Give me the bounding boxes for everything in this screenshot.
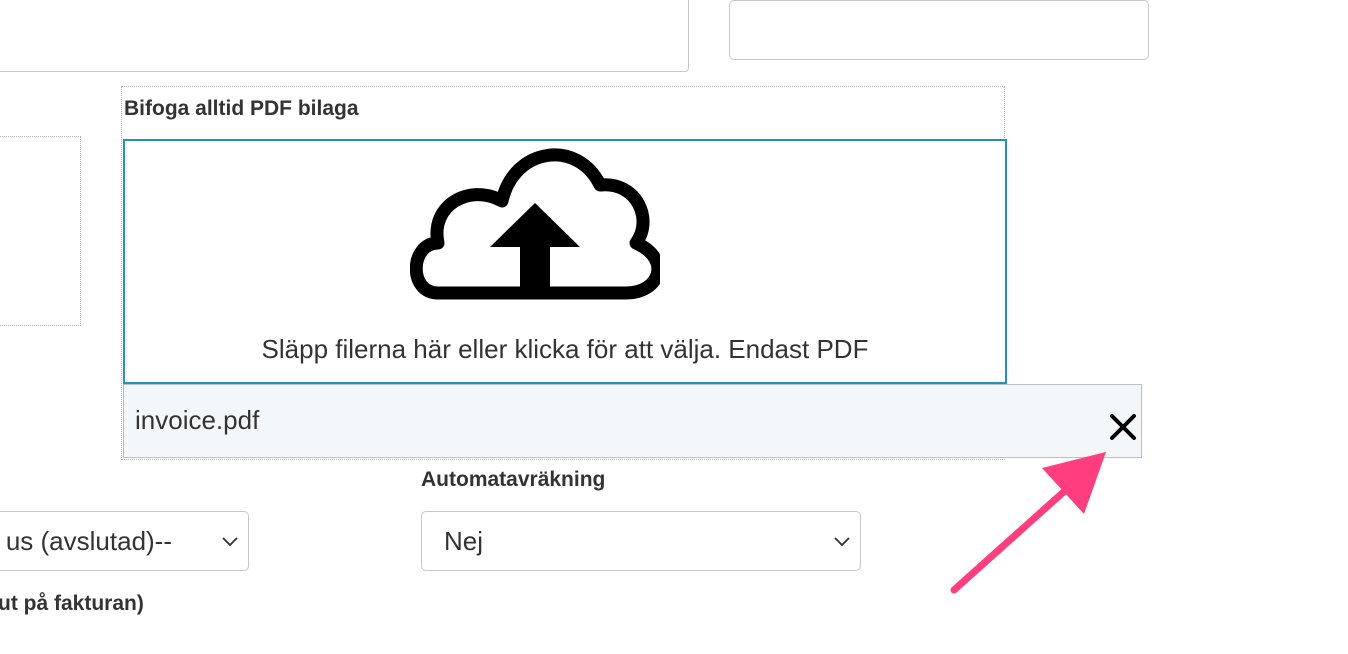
attachment-label: Bifoga alltid PDF bilaga xyxy=(124,97,359,120)
annotation-arrow-icon xyxy=(940,440,1120,600)
cloud-upload-icon xyxy=(409,143,665,323)
left-upload-panel xyxy=(0,136,81,326)
auto-settlement-label: Automatavräkning xyxy=(421,468,606,491)
uploaded-file-name: invoice.pdf xyxy=(135,405,260,435)
invoice-field-label: ut på fakturan) xyxy=(0,592,144,615)
auto-settlement-value: Nej xyxy=(444,526,484,556)
top-input-field[interactable] xyxy=(729,0,1149,60)
status-select[interactable]: us (avslutad)-- xyxy=(0,511,249,571)
close-icon[interactable] xyxy=(1106,410,1140,444)
status-select-value: us (avslutad)-- xyxy=(5,526,172,556)
top-textarea[interactable] xyxy=(0,0,689,72)
chevron-down-icon xyxy=(222,537,238,547)
dropzone-instructions: Släpp filerna här eller klicka för att v… xyxy=(261,334,869,364)
chevron-down-icon xyxy=(834,537,850,547)
auto-settlement-select[interactable]: Nej xyxy=(421,511,861,571)
